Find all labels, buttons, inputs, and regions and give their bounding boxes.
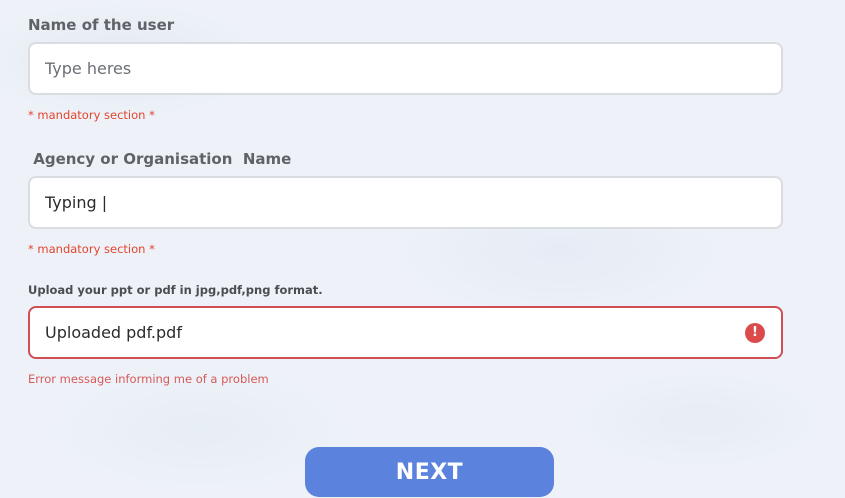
agency-name-mandatory-hint: * mandatory section * xyxy=(28,242,155,256)
upload-error-message: Error message informing me of a problem xyxy=(28,372,269,386)
user-name-label: Name of the user xyxy=(28,16,175,34)
agency-name-label: Agency or Organisation Name xyxy=(28,150,292,168)
agency-name-input[interactable] xyxy=(45,193,725,212)
user-name-field[interactable] xyxy=(28,42,783,95)
upload-filename-input[interactable] xyxy=(45,323,725,342)
agency-name-field[interactable] xyxy=(28,176,783,229)
user-name-input[interactable] xyxy=(45,59,725,78)
upload-label: Upload your ppt or pdf in jpg,pdf,png fo… xyxy=(28,283,323,297)
upload-field[interactable]: ! xyxy=(28,306,783,359)
next-button[interactable]: NEXT xyxy=(305,447,554,497)
exclamation-circle-icon: ! xyxy=(745,322,765,343)
user-name-mandatory-hint: * mandatory section * xyxy=(28,108,155,122)
